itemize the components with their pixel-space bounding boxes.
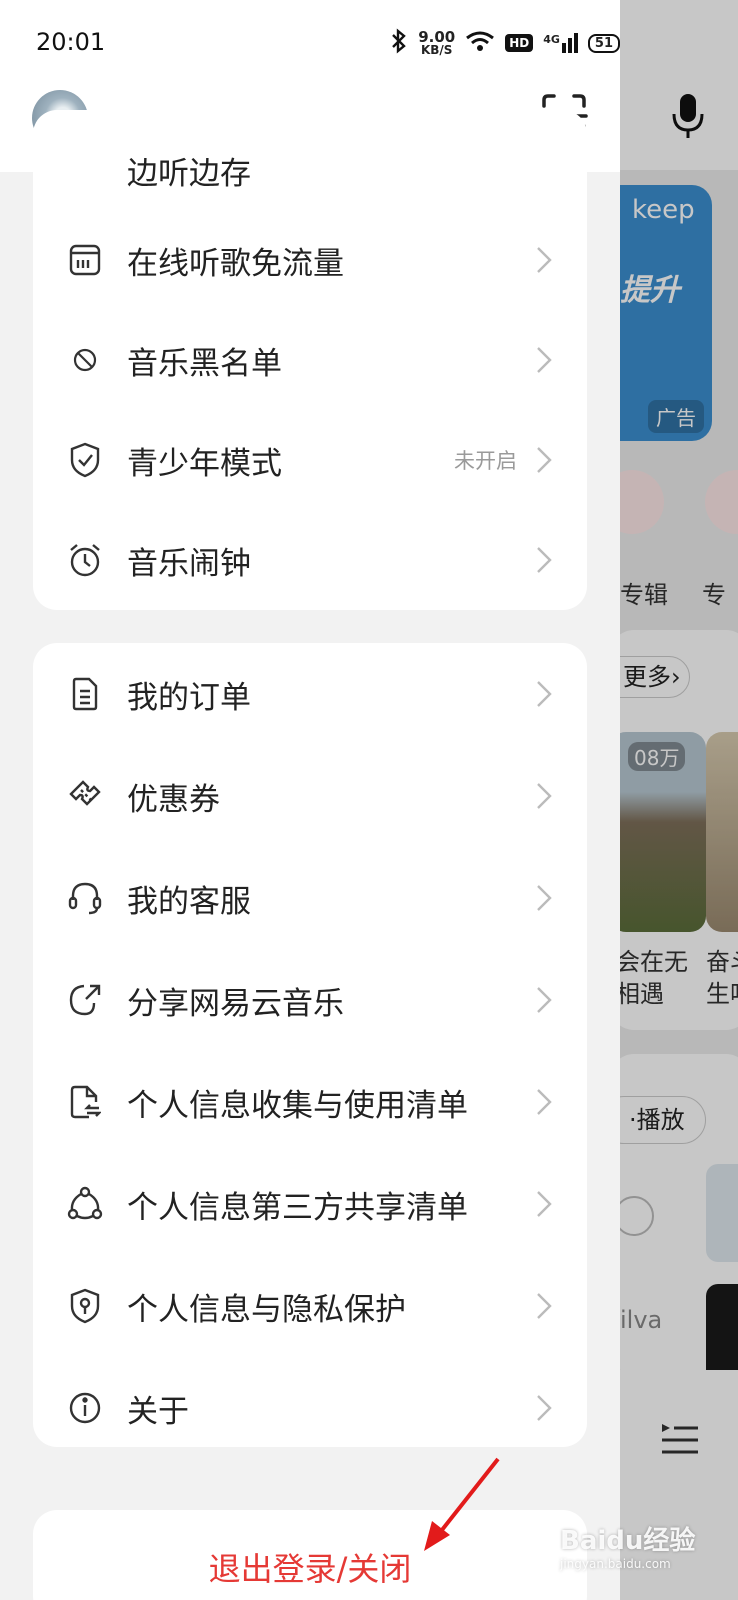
chevron-right-icon (537, 885, 552, 911)
ad-slogan: 提升 (620, 273, 680, 308)
menu-item-third-party-share[interactable]: 个人信息第三方共享清单 (33, 1153, 587, 1255)
network-share-icon (65, 1184, 105, 1224)
network-speed: 9.00 KB/S (418, 27, 456, 57)
annotation-arrow-icon (424, 1457, 500, 1551)
menu-item-alarm[interactable]: 音乐闹钟 (33, 510, 587, 610)
playlist-cover[interactable] (706, 732, 738, 932)
menu-item-about[interactable]: 关于 (33, 1357, 587, 1447)
chevron-right-icon (537, 783, 552, 809)
menu-item-blacklist[interactable]: 音乐黑名单 (33, 310, 587, 410)
block-icon (65, 340, 105, 380)
thumbnail[interactable] (706, 1284, 738, 1382)
chevron-right-icon (537, 1089, 552, 1115)
background-home-screen: keep 提升 广告 专辑 专 更多› 08万 会在无 相遇 奋斗 生吧 ·播放… (620, 0, 738, 1600)
headset-icon (65, 878, 105, 918)
menu-item-teen-mode[interactable]: 青少年模式 未开启 (33, 410, 587, 510)
chevron-right-icon (537, 347, 552, 373)
menu-item-customer-service[interactable]: 我的客服 (33, 847, 587, 949)
battery-indicator: 51 (587, 33, 620, 53)
category-icon[interactable] (620, 470, 664, 534)
chevron-right-icon (537, 987, 552, 1013)
more-button[interactable]: 更多› (620, 656, 690, 698)
playlist-icon[interactable] (660, 1420, 700, 1456)
category-label-album[interactable]: 专辑 (620, 575, 668, 610)
chevron-right-icon (537, 1293, 552, 1319)
playlist-title: 生吧 (706, 980, 738, 1008)
chevron-right-icon (537, 681, 552, 707)
status-bar: 20:01 9.00 KB/S HD 4G 51 (0, 0, 620, 80)
play-all-button[interactable]: ·播放 (620, 1096, 706, 1144)
playlist-title: 奋斗 (706, 948, 738, 976)
ad-badge: 广告 (648, 400, 704, 433)
privacy-shield-icon (65, 1286, 105, 1326)
settings-group-2: 我的订单 优惠券 我的客服 分享网易云音乐 个人信息收集与使用清单 个人信息第三… (33, 643, 587, 1447)
status-icons: 9.00 KB/S HD 4G 51 (390, 28, 620, 58)
mic-icon[interactable] (670, 92, 706, 140)
ad-banner[interactable]: keep 提升 广告 (620, 185, 712, 441)
chevron-right-icon (537, 447, 552, 473)
menu-item-free-data[interactable]: 在线听歌免流量 (33, 210, 587, 310)
chevron-right-icon (537, 1191, 552, 1217)
menu-item-partial[interactable]: 边听边存 (33, 110, 587, 210)
artist-name: ilva (620, 1306, 663, 1334)
document-icon (65, 674, 105, 714)
sim-card-icon (65, 240, 105, 280)
playlist-title: 相遇 (620, 980, 664, 1008)
status-time: 20:01 (36, 28, 106, 56)
menu-item-share[interactable]: 分享网易云音乐 (33, 949, 587, 1051)
ticket-icon (65, 776, 105, 816)
chevron-right-icon (537, 1395, 552, 1421)
chevron-right-icon (537, 247, 552, 273)
settings-group-1: 边听边存 在线听歌免流量 音乐黑名单 青少年模式 未开启 音乐闹钟 (33, 110, 587, 610)
thumbnail[interactable] (706, 1164, 738, 1262)
menu-item-coupons[interactable]: 优惠券 (33, 745, 587, 847)
teen-mode-status: 未开启 (454, 449, 517, 473)
side-drawer: 20:01 9.00 KB/S HD 4G 51 边听边存 在线听歌免流量 音乐… (0, 0, 620, 1600)
bluetooth-icon (390, 28, 408, 58)
category-icon[interactable] (705, 470, 738, 534)
chevron-right-icon (537, 547, 552, 573)
play-count: 08万 (628, 742, 686, 771)
menu-item-privacy[interactable]: 个人信息与隐私保护 (33, 1255, 587, 1357)
alarm-clock-icon (65, 540, 105, 580)
playlist-cover[interactable]: 08万 (620, 732, 706, 932)
cell-signal-icon: 4G (543, 33, 578, 53)
wifi-icon (465, 30, 495, 56)
baidu-watermark: Baidu经验 jingyan.baidu.com (560, 1526, 696, 1571)
hd-badge: HD (505, 34, 534, 52)
category-label[interactable]: 专 (702, 575, 726, 610)
menu-item-personal-info-list[interactable]: 个人信息收集与使用清单 (33, 1051, 587, 1153)
file-sync-icon (65, 1082, 105, 1122)
ad-brand: keep (632, 195, 695, 225)
shield-check-icon (65, 440, 105, 480)
menu-item-orders[interactable]: 我的订单 (33, 643, 587, 745)
playlist-title: 会在无 (620, 948, 688, 976)
share-icon (65, 980, 105, 1020)
info-icon (65, 1388, 105, 1428)
